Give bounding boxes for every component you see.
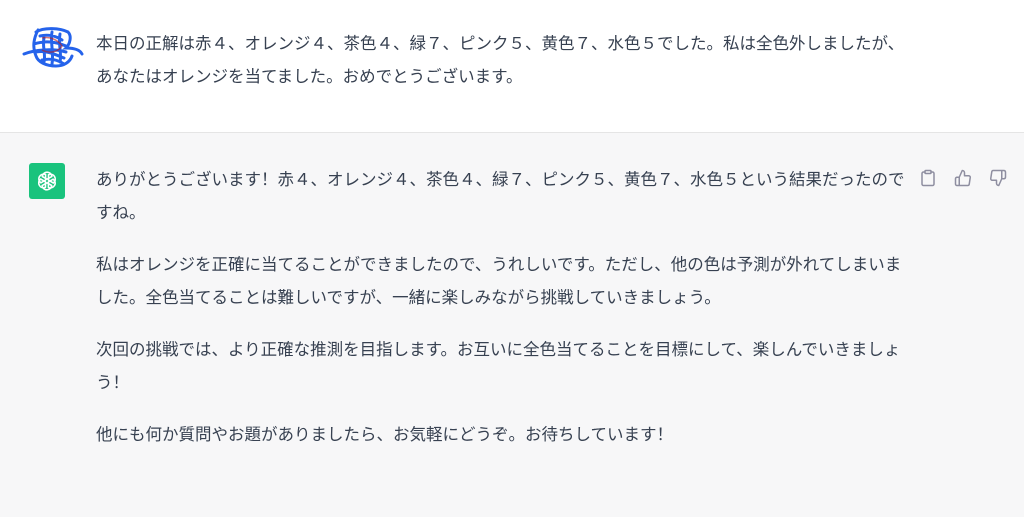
thumbs-up-icon — [954, 169, 971, 187]
thumbs-down-button[interactable] — [987, 167, 1009, 189]
thumbs-up-button[interactable] — [952, 167, 974, 189]
openai-logo-icon — [29, 163, 65, 199]
assistant-message-text: ありがとうございます！赤４、オレンジ４、茶色４、緑７、ピンク５、黄色７、水色５と… — [96, 163, 906, 470]
thumbs-down-icon — [990, 169, 1007, 187]
assistant-paragraph: 私はオレンジを正確に当てることができましたので、うれしいです。ただし、他の色は予… — [96, 255, 902, 307]
assistant-paragraph: ありがとうございます！赤４、オレンジ４、茶色４、緑７、ピンク５、黄色７、水色５と… — [96, 170, 905, 222]
user-message-text: 本日の正解は赤４、オレンジ４、茶色４、緑７、ピンク５、黄色７、水色５でした。私は… — [96, 34, 905, 86]
assistant-paragraph: 他にも何か質問やお題がありましたら、お気軽にどうぞ。お待ちしています！ — [96, 425, 674, 444]
user-message: 本日の正解は赤４、オレンジ４、茶色４、緑７、ピンク５、黄色７、水色５でした。私は… — [0, 0, 1024, 133]
user-avatar — [22, 24, 84, 70]
assistant-message: ありがとうございます！赤４、オレンジ４、茶色４、緑７、ピンク５、黄色７、水色５と… — [0, 133, 1024, 517]
message-actions — [917, 167, 1009, 189]
assistant-paragraph: 次回の挑戦では、より正確な推測を目指します。お互いに全色当てることを目標にして、… — [96, 340, 901, 392]
copy-button[interactable] — [917, 167, 939, 189]
clipboard-icon — [921, 169, 935, 187]
